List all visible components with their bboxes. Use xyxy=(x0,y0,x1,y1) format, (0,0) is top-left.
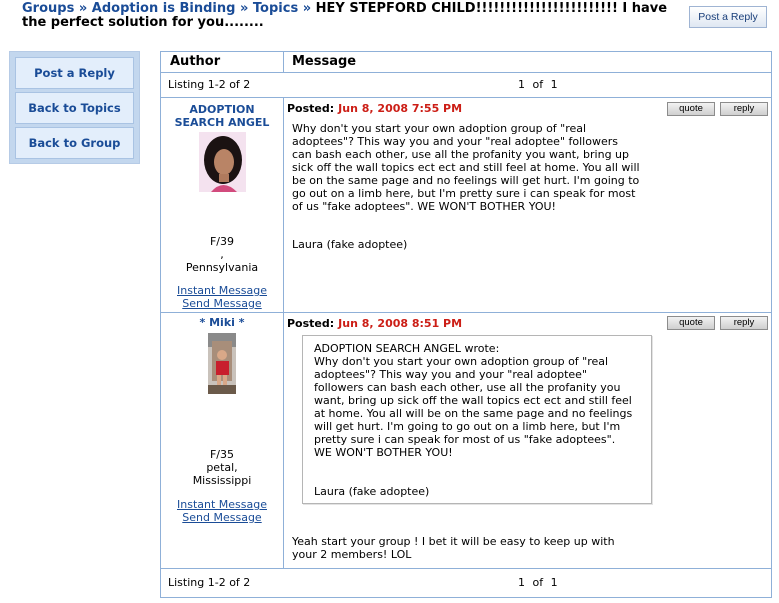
quote-line: followers can bash each other, use all t… xyxy=(314,381,621,394)
author-name-line: ADOPTION xyxy=(189,103,255,116)
message-body: Why don't you start your own adoption gr… xyxy=(292,122,664,213)
author-city: , xyxy=(220,248,224,261)
send-message-link[interactable]: Send Message xyxy=(161,297,283,310)
quote-line: pretty sure i can speak for most of us "… xyxy=(314,433,616,446)
quote-line: want, bring up sick off the wall topics … xyxy=(314,394,632,407)
message-line: Yeah start your group ! I bet it will be… xyxy=(292,535,615,548)
posted-label: Posted: xyxy=(287,317,335,330)
listing-count-top: Listing 1-2 of 2 xyxy=(168,78,251,91)
quote-line: at home. You all will be on the same pag… xyxy=(314,407,633,420)
quote-line: adoptees"? This way you and your "real a… xyxy=(314,368,588,381)
author-region: Mississippi xyxy=(192,474,252,487)
message-line: sick off the wall topics ect ect and sti… xyxy=(292,161,640,174)
quote-signature: Laura (fake adoptee) xyxy=(314,485,430,498)
author-city: petal, xyxy=(206,461,238,474)
message-column-header: Message xyxy=(292,54,357,69)
post-reply-button-top[interactable]: Post a Reply xyxy=(689,6,767,28)
breadcrumb-separator: » xyxy=(78,1,88,16)
reply-button[interactable]: reply xyxy=(720,102,768,116)
message-line: Why don't you start your own adoption gr… xyxy=(292,122,587,135)
breadcrumb: Groups » Adoption is Binding » Topics » … xyxy=(22,2,682,30)
divider xyxy=(161,72,771,73)
divider xyxy=(161,312,771,313)
message-signature: Laura (fake adoptee) xyxy=(292,238,408,251)
send-message-link[interactable]: Send Message xyxy=(161,511,283,524)
author-column-header: Author xyxy=(170,54,221,69)
author-age: F/35 xyxy=(209,448,235,461)
message-line: go out on a limb here, but I'm pretty su… xyxy=(292,187,636,200)
avatar[interactable] xyxy=(208,333,236,394)
post-reply-button[interactable]: Post a Reply xyxy=(15,57,134,89)
quote-line: WE WON'T BOTHER YOU! xyxy=(314,446,453,459)
message-line: can bash each other, use all the profani… xyxy=(292,148,630,161)
breadcrumb-separator: » xyxy=(239,1,249,16)
message-line: adoptees"? This way you and your "real a… xyxy=(292,135,618,148)
author-age: F/39 xyxy=(209,235,235,248)
quote-line: Why don't you start your own adoption gr… xyxy=(314,355,609,368)
message-table: Author Message Listing 1-2 of 2 1 of 1 A… xyxy=(160,51,772,598)
quote-line: will get hurt. I'm going to go out on a … xyxy=(314,420,621,433)
author-name[interactable]: ADOPTION SEARCH ANGEL xyxy=(161,103,283,129)
message-line: be on the same page and no feelings will… xyxy=(292,174,640,187)
back-to-group-button[interactable]: Back to Group xyxy=(15,127,134,159)
listing-count-bottom: Listing 1-2 of 2 xyxy=(168,576,251,589)
quote-body: ADOPTION SEARCH ANGEL wrote: Why don't y… xyxy=(314,342,649,459)
breadcrumb-groups-link[interactable]: Groups xyxy=(22,1,74,16)
page-indicator-bottom: 1 of 1 xyxy=(518,576,558,589)
quote-line: ADOPTION SEARCH ANGEL wrote: xyxy=(314,342,500,355)
avatar[interactable] xyxy=(199,132,246,192)
breadcrumb-separator: » xyxy=(302,1,312,16)
back-to-topics-button[interactable]: Back to Topics xyxy=(15,92,134,124)
quote-button[interactable]: quote xyxy=(667,316,715,330)
breadcrumb-topics-link[interactable]: Topics xyxy=(253,1,298,16)
posted-line: Posted: Jun 8, 2008 7:55 PM xyxy=(287,102,462,115)
message-line: your 2 members! LOL xyxy=(292,548,412,561)
breadcrumb-group-link[interactable]: Adoption is Binding xyxy=(92,1,236,16)
quote-button[interactable]: quote xyxy=(667,102,715,116)
quoted-message: ADOPTION SEARCH ANGEL wrote: Why don't y… xyxy=(302,335,652,504)
author-name-line: SEARCH ANGEL xyxy=(174,116,270,129)
divider xyxy=(161,568,771,569)
message-body: Yeah start your group ! I bet it will be… xyxy=(292,535,664,561)
message-line: of us "fake adoptees". WE WON'T BOTHER Y… xyxy=(292,200,556,213)
instant-message-link[interactable]: Instant Message xyxy=(161,498,283,511)
instant-message-link[interactable]: Instant Message xyxy=(161,284,283,297)
posted-date: Jun 8, 2008 8:51 PM xyxy=(338,317,463,330)
reply-button[interactable]: reply xyxy=(720,316,768,330)
divider xyxy=(161,97,771,98)
author-region: Pennsylvania xyxy=(185,261,259,274)
posted-label: Posted: xyxy=(287,102,335,115)
divider xyxy=(283,97,284,568)
posted-line: Posted: Jun 8, 2008 8:51 PM xyxy=(287,317,462,330)
divider xyxy=(283,52,284,72)
sidebar: Post a Reply Back to Topics Back to Grou… xyxy=(9,51,140,164)
posted-date: Jun 8, 2008 7:55 PM xyxy=(338,102,463,115)
author-name[interactable]: * Miki * xyxy=(161,316,283,329)
page-indicator-top: 1 of 1 xyxy=(518,78,558,91)
